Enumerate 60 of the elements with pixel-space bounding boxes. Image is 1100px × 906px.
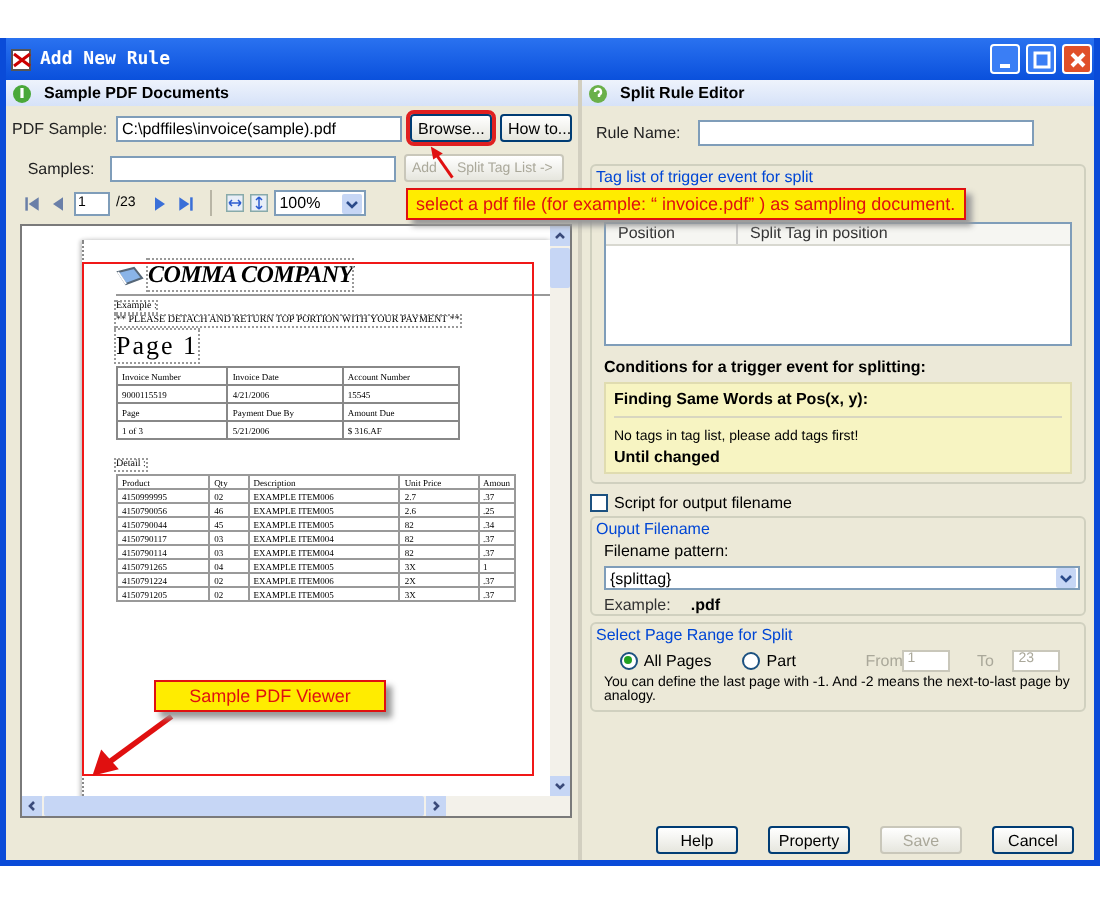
last-page-icon[interactable] — [175, 193, 196, 213]
example-value: .pdf — [690, 596, 721, 614]
dialog-button[interactable]: Cancel — [992, 826, 1074, 854]
callout-note: Sample PDF Viewer — [154, 680, 386, 712]
pdf-path-field[interactable]: C:\pdffiles\invoice(sample).pdf — [116, 115, 402, 141]
condition-footer: Until changed — [614, 448, 1062, 466]
company-name: COMMA COMPANY — [148, 260, 353, 290]
info-icon — [12, 83, 32, 103]
minimize-icon — [1000, 63, 1010, 67]
browse-button[interactable]: Browse... — [410, 114, 492, 142]
previous-page-icon[interactable] — [48, 193, 68, 213]
radio-label: All Pages — [643, 651, 714, 669]
fit-height-icon[interactable] — [249, 192, 268, 214]
field-label: Filename pattern: — [604, 542, 731, 560]
samples-field[interactable] — [110, 155, 396, 181]
maximize-button[interactable] — [1026, 44, 1056, 74]
radio-label: Part — [766, 651, 798, 669]
field-label: Samples: — [25, 159, 97, 177]
paper-logo-icon — [116, 265, 144, 285]
field-label: PDF Sample: — [10, 119, 110, 137]
minimize-button[interactable] — [990, 44, 1020, 74]
tag-list[interactable]: Position Split Tag in position — [604, 222, 1072, 346]
rule-name-field[interactable] — [698, 120, 1034, 146]
column-header: Split Tag in position — [748, 224, 888, 244]
next-page-icon[interactable] — [149, 193, 170, 213]
column-header: Position — [606, 224, 738, 244]
dropdown-caret-icon — [341, 193, 362, 213]
radio-button[interactable] — [620, 651, 638, 669]
maximize-icon — [1031, 49, 1051, 69]
section-title: Conditions for a trigger event for splitting: — [604, 358, 928, 376]
scroll-thumb[interactable] — [550, 248, 570, 288]
close-icon — [1067, 49, 1087, 69]
field-label: Rule Name: — [594, 124, 683, 142]
checkbox[interactable] — [590, 494, 608, 512]
dialog-button[interactable]: Property — [768, 826, 850, 854]
help-icon — [588, 83, 608, 103]
field-label: To — [977, 651, 996, 669]
panel-title: Sample PDF Documents — [44, 84, 229, 102]
radio-button[interactable] — [742, 651, 761, 669]
dialog-button[interactable]: Help — [656, 826, 738, 854]
zoom-dropdown[interactable]: 100% — [273, 190, 366, 216]
first-page-icon[interactable] — [22, 193, 42, 213]
condition-heading: Finding Same Words at Pos(x, y): — [614, 390, 870, 408]
fit-width-icon[interactable] — [225, 192, 244, 214]
panel-title: Split Rule Editor — [620, 84, 745, 102]
how-to-button[interactable]: How to... — [500, 114, 572, 142]
group-title: Select Page Range for Split — [596, 624, 795, 646]
filename-pattern-dropdown[interactable]: {splittag} — [604, 566, 1080, 590]
group-title: Tag list of trigger event for split — [596, 166, 815, 188]
field-label: From — [865, 651, 902, 669]
window-title: Add New Rule — [40, 49, 171, 69]
page-heading: Page 1 — [116, 330, 199, 362]
example-label: Example: — [604, 596, 671, 614]
pointer-arrow — [88, 712, 176, 778]
callout-note: select a pdf file (for example: “ invoice.pdf” ) as sampling document. — [406, 188, 966, 220]
dropdown-caret-icon — [1056, 568, 1076, 588]
group-title: Ouput Filename — [596, 518, 712, 540]
checkbox-label: Script for output filename — [614, 494, 792, 512]
close-button[interactable] — [1062, 44, 1092, 74]
scroll-thumb[interactable] — [44, 796, 424, 816]
